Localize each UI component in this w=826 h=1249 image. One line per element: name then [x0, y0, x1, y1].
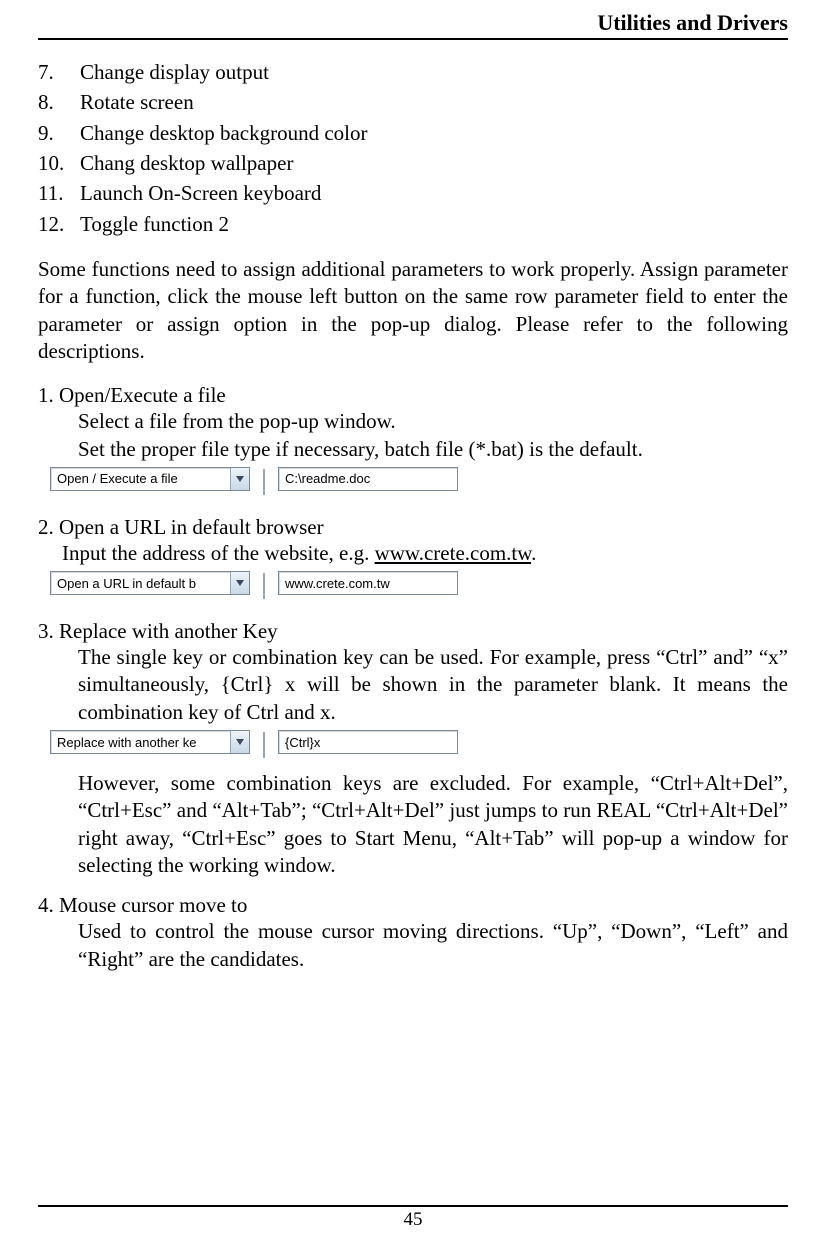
page-header: Utilities and Drivers	[38, 10, 788, 40]
list-item: 7.Change display output	[38, 58, 788, 86]
chevron-down-icon[interactable]	[230, 468, 249, 490]
separator	[250, 730, 278, 760]
section-3-title: 3. Replace with another Key	[38, 619, 788, 644]
section-1-line1: Select a file from the pop-up window.	[38, 408, 788, 435]
list-item: 8.Rotate screen	[38, 88, 788, 116]
open-execute-dropdown[interactable]: Open / Execute a file	[50, 467, 250, 491]
list-item: 12.Toggle function 2	[38, 210, 788, 238]
key-combo-field[interactable]: {Ctrl}x	[278, 730, 458, 754]
open-url-dropdown[interactable]: Open a URL in default b	[50, 571, 250, 595]
section-1-line2: Set the proper file type if necessary, b…	[38, 436, 788, 463]
separator	[250, 467, 278, 497]
section-3-para2: However, some combination keys are exclu…	[38, 770, 788, 879]
text: .	[531, 541, 536, 565]
intro-paragraph: Some functions need to assign additional…	[38, 256, 788, 365]
file-path-field[interactable]: C:\readme.doc	[278, 467, 458, 491]
dropdown-text: Open a URL in default b	[51, 576, 230, 591]
page-number: 45	[404, 1209, 423, 1230]
list-item: 10.Chang desktop wallpaper	[38, 149, 788, 177]
section-1-ui: Open / Execute a file C:\readme.doc	[50, 467, 788, 497]
list-item: 9.Change desktop background color	[38, 119, 788, 147]
section-3-ui: Replace with another ke {Ctrl}x	[50, 730, 788, 760]
section-3-para1: The single key or combination key can be…	[38, 644, 788, 726]
list-number: 9.	[38, 119, 80, 147]
section-2-ui: Open a URL in default b www.crete.com.tw	[50, 571, 788, 601]
dropdown-text: Open / Execute a file	[51, 471, 230, 486]
list-text: Change desktop background color	[80, 119, 368, 147]
url-link[interactable]: www.crete.com.tw	[375, 541, 531, 565]
list-text: Toggle function 2	[80, 210, 229, 238]
header-title: Utilities and Drivers	[597, 10, 788, 35]
list-number: 8.	[38, 88, 80, 116]
separator	[250, 571, 278, 601]
chevron-down-icon[interactable]	[230, 731, 249, 753]
list-number: 7.	[38, 58, 80, 86]
list-number: 12.	[38, 210, 80, 238]
page: Utilities and Drivers 7.Change display o…	[0, 0, 826, 1249]
replace-key-dropdown[interactable]: Replace with another ke	[50, 730, 250, 754]
section-2-title: 2. Open a URL in default browser	[38, 515, 788, 540]
text: Input the address of the website, e.g.	[62, 541, 375, 565]
field-value: www.crete.com.tw	[285, 576, 390, 591]
chevron-down-icon[interactable]	[230, 572, 249, 594]
list-text: Change display output	[80, 58, 269, 86]
list-number: 11.	[38, 179, 80, 207]
dropdown-text: Replace with another ke	[51, 735, 230, 750]
field-value: C:\readme.doc	[285, 471, 370, 486]
list-text: Chang desktop wallpaper	[80, 149, 293, 177]
page-footer: 45	[38, 1205, 788, 1231]
section-4-title: 4. Mouse cursor move to	[38, 893, 788, 918]
list-text: Launch On-Screen keyboard	[80, 179, 321, 207]
section-1-title: 1. Open/Execute a file	[38, 383, 788, 408]
section-4-para: Used to control the mouse cursor moving …	[38, 918, 788, 973]
list-number: 10.	[38, 149, 80, 177]
url-field[interactable]: www.crete.com.tw	[278, 571, 458, 595]
numbered-list: 7.Change display output 8.Rotate screen …	[38, 58, 788, 238]
list-item: 11.Launch On-Screen keyboard	[38, 179, 788, 207]
field-value: {Ctrl}x	[285, 735, 320, 750]
section-2-line1: Input the address of the website, e.g. w…	[38, 540, 788, 567]
list-text: Rotate screen	[80, 88, 194, 116]
